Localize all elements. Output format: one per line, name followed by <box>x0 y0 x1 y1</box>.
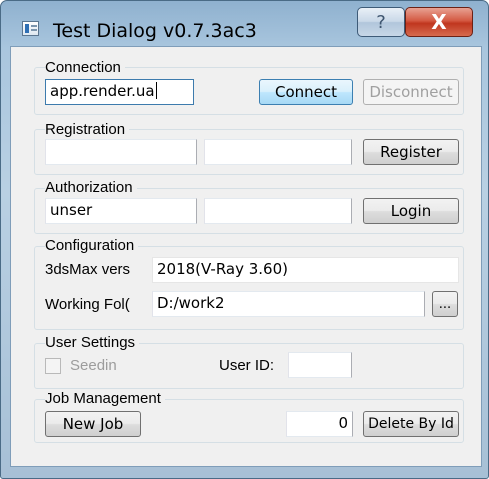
close-button[interactable]: X <box>405 7 473 37</box>
app-icon <box>22 21 39 36</box>
help-button[interactable]: ? <box>357 7 405 37</box>
password-input[interactable] <box>204 198 352 224</box>
registration-group-label: Registration <box>45 121 130 138</box>
user-settings-group-label: User Settings <box>45 334 140 351</box>
text-caret <box>155 82 157 99</box>
help-icon: ? <box>376 11 386 33</box>
delete-by-id-button[interactable]: Delete By Id <box>363 411 459 437</box>
server-address-value: app.render.ua <box>50 82 155 100</box>
user-id-input[interactable] <box>288 352 352 378</box>
working-folder-input[interactable]: D:/work2 <box>152 291 425 317</box>
disconnect-button[interactable]: Disconnect <box>363 79 459 105</box>
username-input[interactable]: unser <box>45 198 197 224</box>
browse-folder-button[interactable]: ... <box>432 291 458 317</box>
dialog-client-area: Connection app.render.ua Connect Disconn… <box>10 46 482 467</box>
registration-field-1[interactable] <box>45 139 197 165</box>
seeding-checkbox[interactable] <box>45 358 61 374</box>
window-title: Test Dialog v0.7.3ac3 <box>53 20 257 42</box>
job-id-input[interactable]: 0 <box>286 411 353 437</box>
registration-field-2[interactable] <box>204 139 352 165</box>
dialog-window: Test Dialog v0.7.3ac3 ? X Connection app… <box>0 0 489 479</box>
max-version-label: 3dsMax vers <box>45 261 131 278</box>
max-version-field[interactable]: 2018(V-Ray 3.60) <box>152 257 459 283</box>
seeding-label: Seedin <box>70 357 117 374</box>
connection-group-label: Connection <box>45 59 125 76</box>
close-icon: X <box>431 10 447 34</box>
configuration-group-label: Configuration <box>45 237 139 254</box>
user-id-label: User ID: <box>219 357 275 374</box>
authorization-group-label: Authorization <box>45 179 137 196</box>
working-folder-label: Working Fol( <box>45 296 130 313</box>
new-job-button[interactable]: New Job <box>45 411 141 437</box>
server-address-input[interactable]: app.render.ua <box>45 79 194 105</box>
register-button[interactable]: Register <box>363 139 459 165</box>
login-button[interactable]: Login <box>363 198 459 224</box>
job-management-group-label: Job Management <box>45 390 165 407</box>
connect-button[interactable]: Connect <box>259 79 353 105</box>
title-bar[interactable]: Test Dialog v0.7.3ac3 ? X <box>1 1 488 45</box>
